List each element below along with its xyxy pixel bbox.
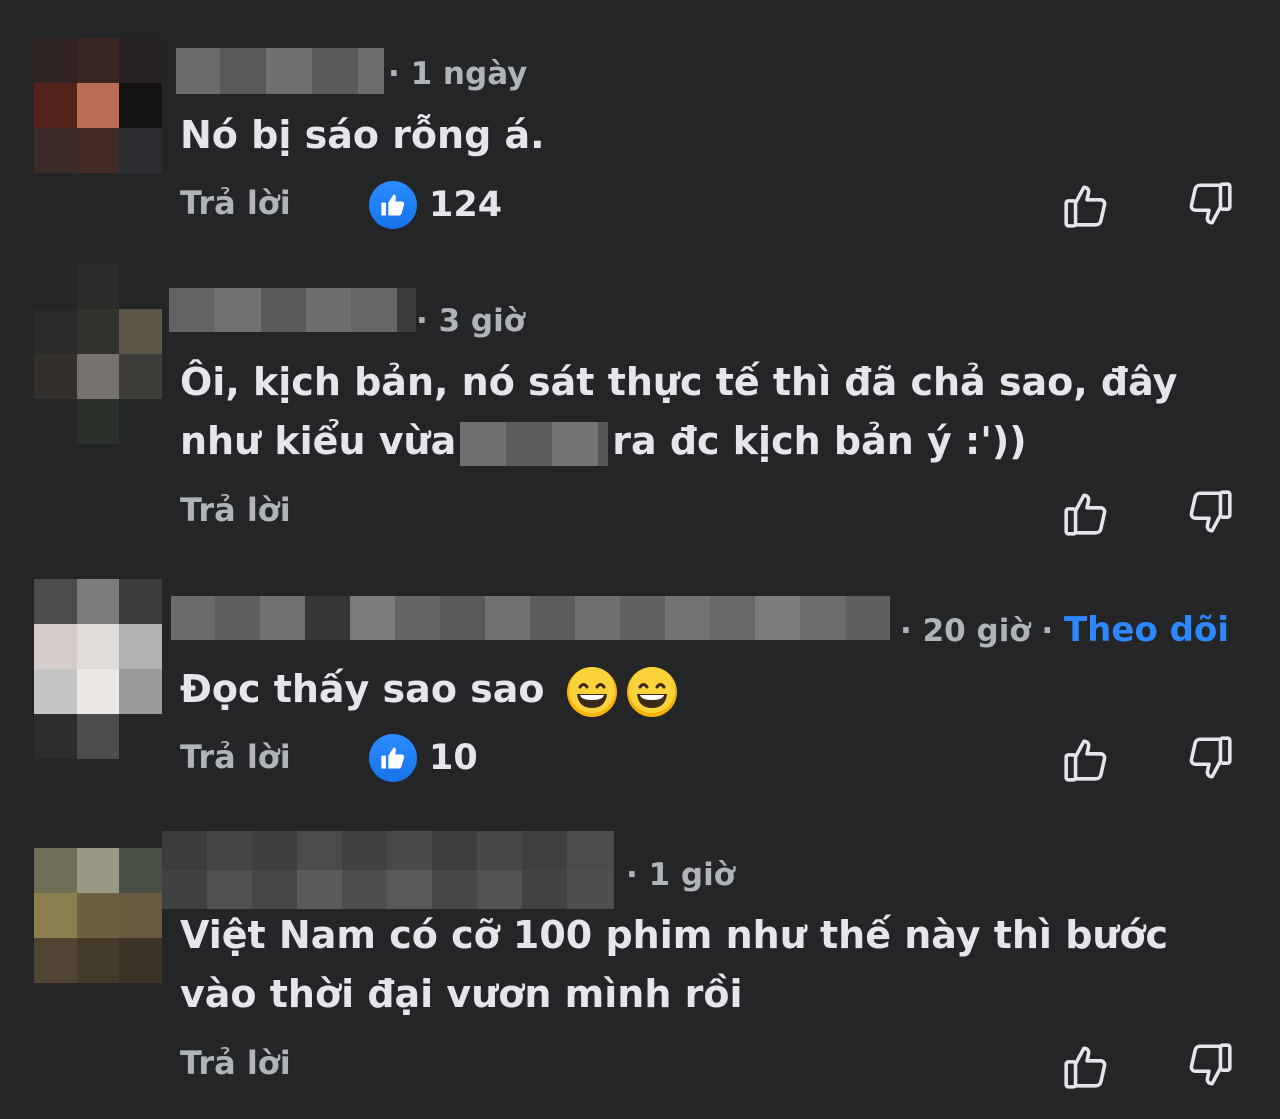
author-name-blurred[interactable] [162, 831, 614, 909]
comment-time: · 1 ngày [388, 56, 528, 92]
comment-text-line-2: vào thời đại vươn mình rồi [180, 972, 743, 1016]
grinning-face-icon [566, 666, 617, 717]
thumbs-up-icon [1064, 1046, 1107, 1089]
reaction-count: 10 [429, 738, 478, 778]
avatar[interactable] [34, 38, 162, 173]
comment-time-text: · 20 giờ · [900, 613, 1054, 649]
author-name-blurred[interactable] [169, 288, 416, 350]
thumbs-up-icon [1064, 739, 1107, 782]
reaction-summary[interactable]: 10 [369, 734, 478, 782]
downvote-button[interactable] [1184, 488, 1234, 538]
comment-time: · 3 giờ [416, 303, 526, 339]
avatar[interactable] [34, 848, 162, 983]
thumbs-down-icon [1189, 182, 1232, 225]
upvote-button[interactable] [1062, 180, 1112, 230]
like-icon [369, 181, 417, 229]
upvote-button[interactable] [1062, 734, 1112, 784]
upvote-button[interactable] [1062, 488, 1112, 538]
reply-button[interactable]: Trả lời [180, 184, 291, 222]
text-segment: Đọc thấy sao sao [180, 667, 545, 711]
comment-time: · 1 giờ [626, 857, 736, 893]
follow-button[interactable]: Theo dõi [1064, 610, 1229, 650]
author-name-blurred[interactable] [171, 596, 891, 654]
comment-text-line-2: như kiểu vừa ra đc kịch bản ý :')) [180, 412, 1027, 470]
upvote-button[interactable] [1062, 1041, 1112, 1091]
author-name-blurred[interactable] [176, 48, 384, 94]
reply-button[interactable]: Trả lời [180, 738, 291, 776]
comment-text-line-1: Ôi, kịch bản, nó sát thực tế thì đã chả … [180, 360, 1178, 404]
downvote-button[interactable] [1184, 1041, 1234, 1091]
thumbs-up-icon [1064, 185, 1107, 228]
text-segment: như kiểu vừa [180, 419, 457, 463]
reply-button[interactable]: Trả lời [180, 491, 291, 529]
reaction-count: 124 [429, 185, 503, 225]
blurred-word [460, 421, 609, 466]
downvote-button[interactable] [1184, 180, 1234, 230]
comment-time: · 20 giờ · Theo dõi [900, 610, 1229, 650]
comment-text: Nó bị sáo rỗng á. [180, 113, 545, 157]
reply-button[interactable]: Trả lời [180, 1044, 291, 1082]
avatar[interactable] [34, 579, 162, 759]
thumbs-down-icon [1189, 736, 1232, 779]
avatar[interactable] [34, 264, 162, 444]
grinning-face-icon [626, 666, 677, 717]
comment-text: Đọc thấy sao sao [180, 660, 678, 718]
thumbs-down-icon [1189, 490, 1232, 533]
like-icon [369, 734, 417, 782]
text-segment: ra đc kịch bản ý :')) [612, 419, 1027, 463]
comment-text-line-1: Việt Nam có cỡ 100 phim như thế này thì … [180, 913, 1169, 957]
reaction-summary[interactable]: 124 [369, 181, 502, 229]
thumbs-down-icon [1189, 1043, 1232, 1086]
thumbs-up-icon [1064, 493, 1107, 536]
downvote-button[interactable] [1184, 734, 1234, 784]
